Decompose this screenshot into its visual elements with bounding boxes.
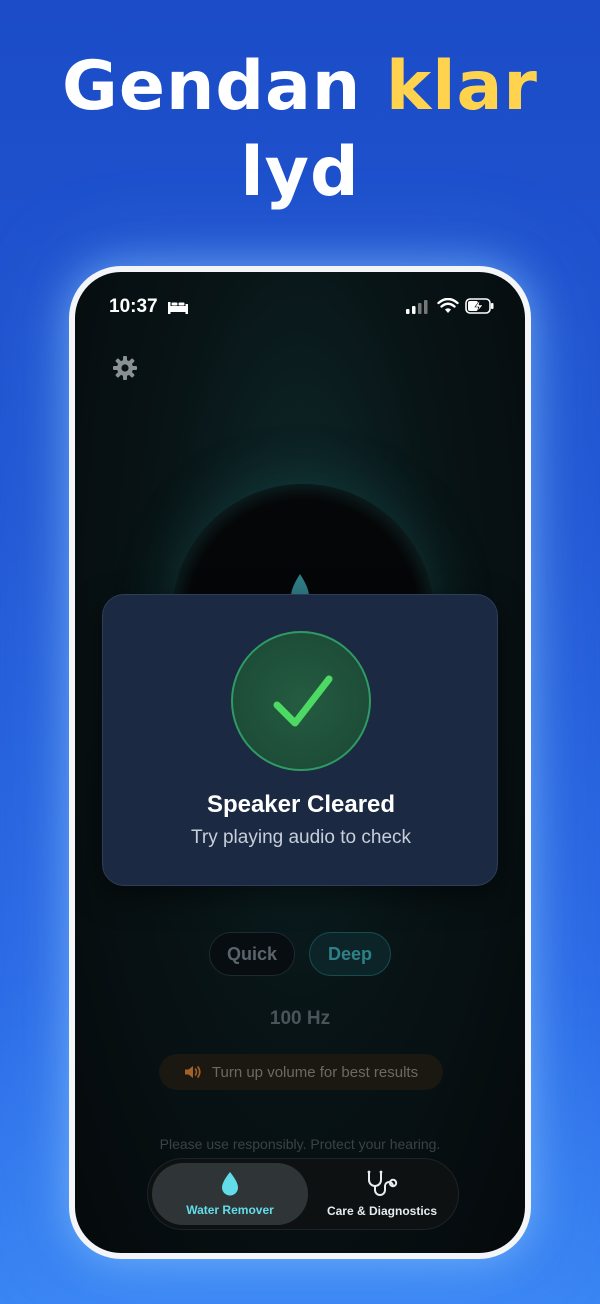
frequency-readout: 100 Hz (269, 1008, 331, 1029)
mode-deep-button[interactable]: Deep (309, 932, 391, 976)
tab-water-remover[interactable]: Water Remover (152, 1163, 308, 1225)
status-time: 10:37 (109, 296, 158, 317)
headline-accent: klar (386, 47, 538, 126)
speaker-icon (184, 1066, 201, 1078)
tab-care-diagnostics[interactable]: Care & Diagnostics (308, 1163, 456, 1225)
volume-hint: Turn up volume for best results (159, 1054, 443, 1090)
headline-text: Gendan (62, 47, 387, 126)
bed-icon (168, 302, 188, 314)
headline-line-1: Gendan klar (0, 44, 600, 130)
status-bar: 10:37 (75, 292, 525, 322)
dialog-title: Speaker Cleared (206, 791, 396, 818)
success-badge (231, 631, 371, 771)
tab-care-diagnostics-label: Care & Diagnostics (326, 1204, 438, 1218)
speaker-cleared-dialog: Speaker Cleared Try playing audio to che… (102, 594, 498, 886)
mode-quick-button[interactable]: Quick (209, 932, 295, 976)
bottom-tab-bar: Water Remover Care & Diagnostics (147, 1158, 459, 1230)
volume-hint-text: Turn up volume for best results (211, 1063, 419, 1081)
responsibility-warning: Please use responsibly. Protect your hea… (159, 1136, 441, 1152)
headline: Gendan klar lyd (0, 44, 600, 216)
wifi-icon (437, 298, 459, 313)
stethoscope-icon (367, 1170, 398, 1196)
water-drop-icon (222, 1172, 238, 1196)
app-screen: 10:37 Speaker Cleared Try playing audio … (75, 272, 525, 1253)
signal-icon (406, 300, 428, 314)
battery-charging-icon (465, 298, 494, 314)
phone-frame: 10:37 Speaker Cleared Try playing audio … (69, 266, 531, 1259)
checkmark-icon (273, 675, 333, 727)
tab-water-remover-label: Water Remover (186, 1203, 274, 1217)
headline-line-2: lyd (240, 133, 360, 212)
dialog-subtitle: Try playing audio to check (190, 827, 412, 848)
gear-icon[interactable] (111, 354, 139, 382)
